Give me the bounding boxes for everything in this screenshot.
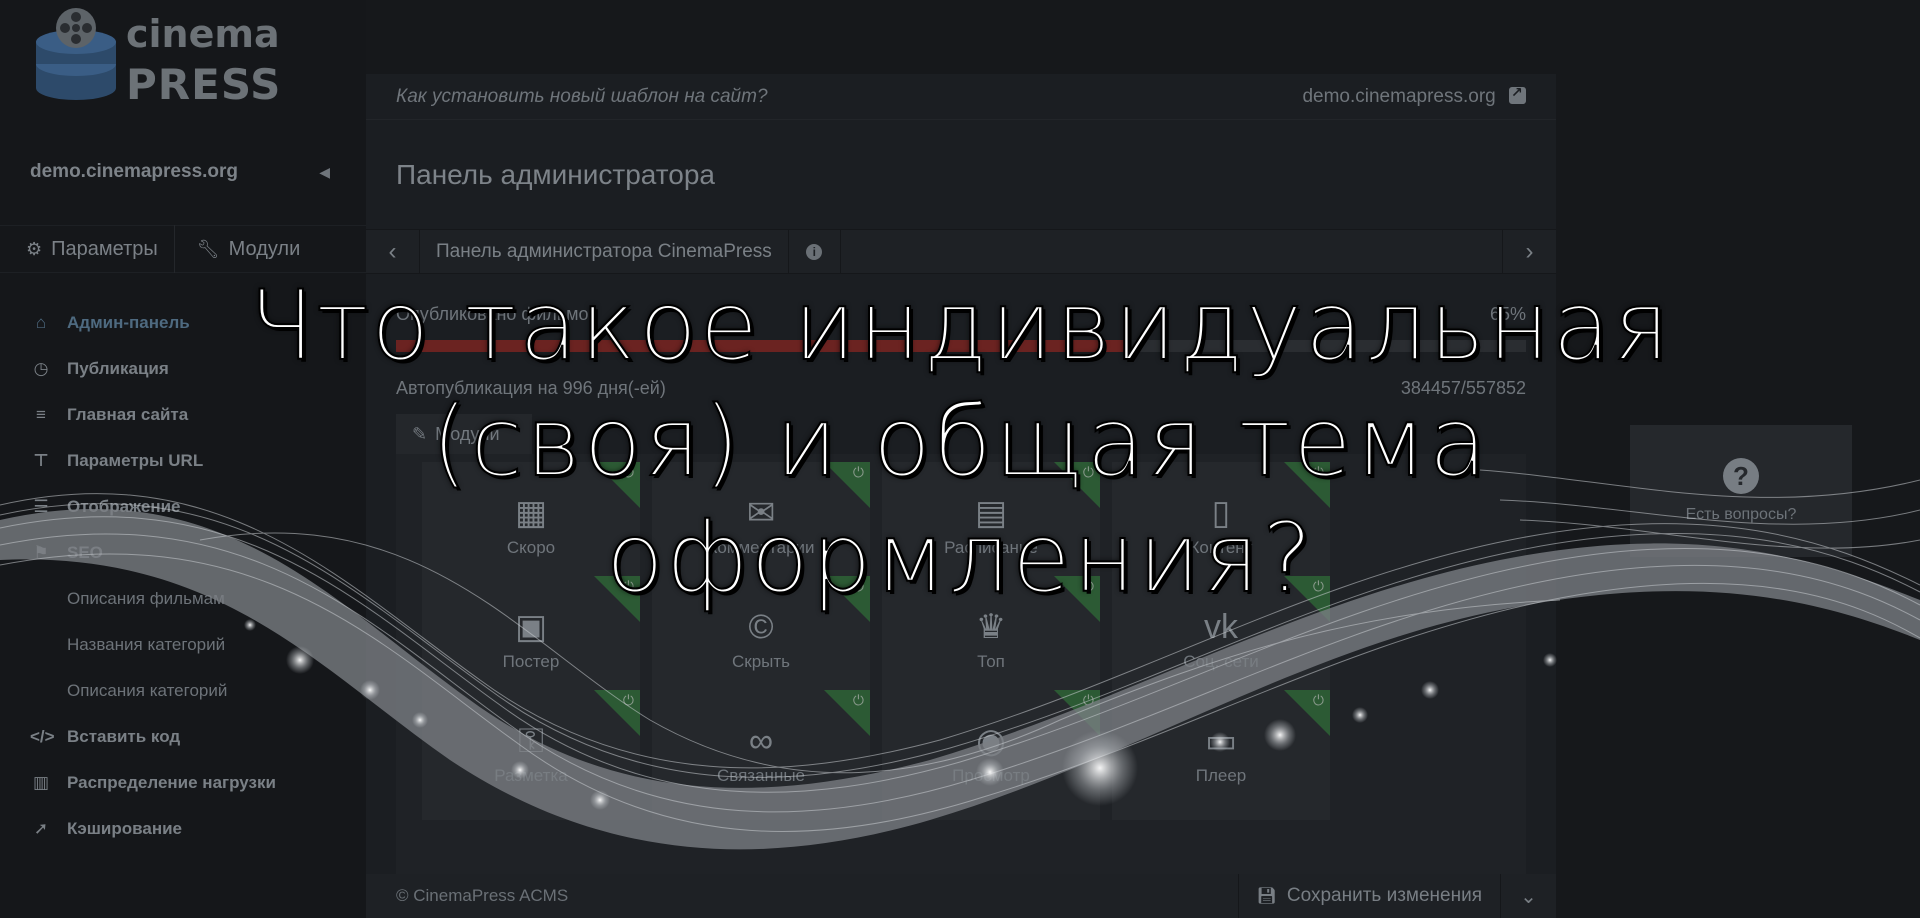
tab-parameters[interactable]: ⚙ Параметры — [0, 225, 174, 273]
site-link-text: demo.cinemapress.org — [1302, 85, 1496, 107]
top-bar: Как установить новый шаблон на сайт? dem… — [366, 74, 1556, 120]
tab-modules-label: Модули — [228, 237, 301, 260]
power-icon[interactable]: ⏻ — [1313, 692, 1324, 709]
bar-chart-icon: ▥ — [32, 773, 50, 792]
power-icon[interactable]: ⏻ — [623, 692, 634, 709]
module-label: Топ — [977, 652, 1005, 671]
sidebar-subitem-category-descriptions[interactable]: Описания категорий — [0, 668, 366, 714]
module-label: Связанные — [716, 766, 806, 785]
logo-press-text: PRESS — [126, 60, 282, 109]
footer: © CinemaPress ACMS 💾︎ Сохранить изменени… — [366, 874, 1556, 918]
external-link-icon — [1509, 84, 1526, 104]
site-name: demo.cinemapress.org — [30, 161, 239, 182]
power-icon[interactable]: ⏻ — [853, 692, 864, 709]
sidebar-item-label: Распределение нагрузки — [67, 773, 276, 792]
sidebar-subitem-label: Названия категорий — [67, 635, 226, 654]
sidebar-item-label: Кэширование — [67, 819, 183, 838]
monitor-icon: ▭ — [1204, 722, 1238, 760]
headline-overlay: Что такое индивидуальная (своя) и общая … — [0, 268, 1920, 616]
tab-modules[interactable]: 🔧︎ Модули — [173, 225, 317, 273]
page-title: Панель администратора — [366, 120, 1556, 230]
key-icon: ⚿ — [518, 722, 544, 760]
sidebar-subitem-category-names[interactable]: Названия категорий — [0, 622, 366, 668]
module-label: Разметка — [494, 766, 568, 785]
module-label: Соц. сети — [1183, 652, 1259, 671]
module-tile[interactable]: ⏻ ▭ Плеер — [1112, 690, 1330, 820]
sidebar-item-caching[interactable]: ➚ Кэширование — [0, 806, 366, 852]
headline-line-3: оформления? — [604, 501, 1315, 615]
sidebar-item-label: Вставить код — [67, 727, 181, 746]
headline-line-1: Что такое индивидуальная — [247, 269, 1672, 383]
chevron-down-icon[interactable]: ⌄ — [1500, 874, 1556, 918]
site-external-link[interactable]: demo.cinemapress.org — [1302, 84, 1526, 108]
save-changes-label: Сохранить изменения — [1286, 885, 1482, 906]
module-label: Скрыть — [731, 652, 791, 671]
logo-cinema-text: cinema — [126, 12, 280, 56]
caret-left-icon: ◀ — [319, 164, 330, 180]
gears-icon: ⚙ — [26, 238, 43, 259]
chevron-left-icon[interactable]: ‹ — [366, 229, 420, 274]
eye-icon: ◉ — [976, 722, 1006, 760]
site-selector[interactable]: demo.cinemapress.org ◀ — [0, 150, 366, 194]
copyright-text: © CinemaPress ACMS — [396, 886, 569, 905]
sidebar-item-load-balancing[interactable]: ▥ Распределение нагрузки — [0, 760, 366, 806]
sidebar-item-insert-code[interactable]: </> Вставить код — [0, 714, 366, 760]
module-label: Плеер — [1195, 766, 1247, 785]
floppy-disk-icon: 💾︎ — [1256, 888, 1277, 905]
headline-line-2: (своя) и общая тема — [430, 385, 1490, 499]
film-reel-icon — [36, 8, 116, 100]
info-icon: i — [806, 243, 823, 260]
sidebar-subitem-label: Описания категорий — [67, 681, 228, 700]
save-changes-button[interactable]: 💾︎ Сохранить изменения — [1237, 874, 1500, 918]
template-install-link[interactable]: Как установить новый шаблон на сайт? — [396, 86, 768, 108]
module-label: Постер — [502, 652, 560, 671]
sidebar-tabs: ⚙ Параметры 🔧︎ Модули — [0, 225, 366, 273]
tab-parameters-label: Параметры — [51, 237, 158, 260]
module-tile[interactable]: ⏻ ◉ Просмотр — [882, 690, 1100, 820]
module-tile[interactable]: ⏻ ∞ Связанные — [652, 690, 870, 820]
info-button[interactable]: i — [789, 229, 841, 274]
breadcrumb-item[interactable]: Панель администратора CinemaPress — [420, 229, 789, 274]
rocket-icon: ➚ — [33, 819, 49, 838]
module-label: Просмотр — [952, 766, 1030, 785]
link-icon: ∞ — [748, 722, 774, 760]
code-icon: </> — [30, 727, 55, 746]
cinemapress-logo[interactable]: cinema PRESS — [30, 6, 280, 110]
module-tile[interactable]: ⏻ ⚿ Разметка — [422, 690, 640, 820]
power-icon[interactable]: ⏻ — [1083, 692, 1094, 709]
wrench-icon: 🔧︎ — [196, 238, 220, 259]
